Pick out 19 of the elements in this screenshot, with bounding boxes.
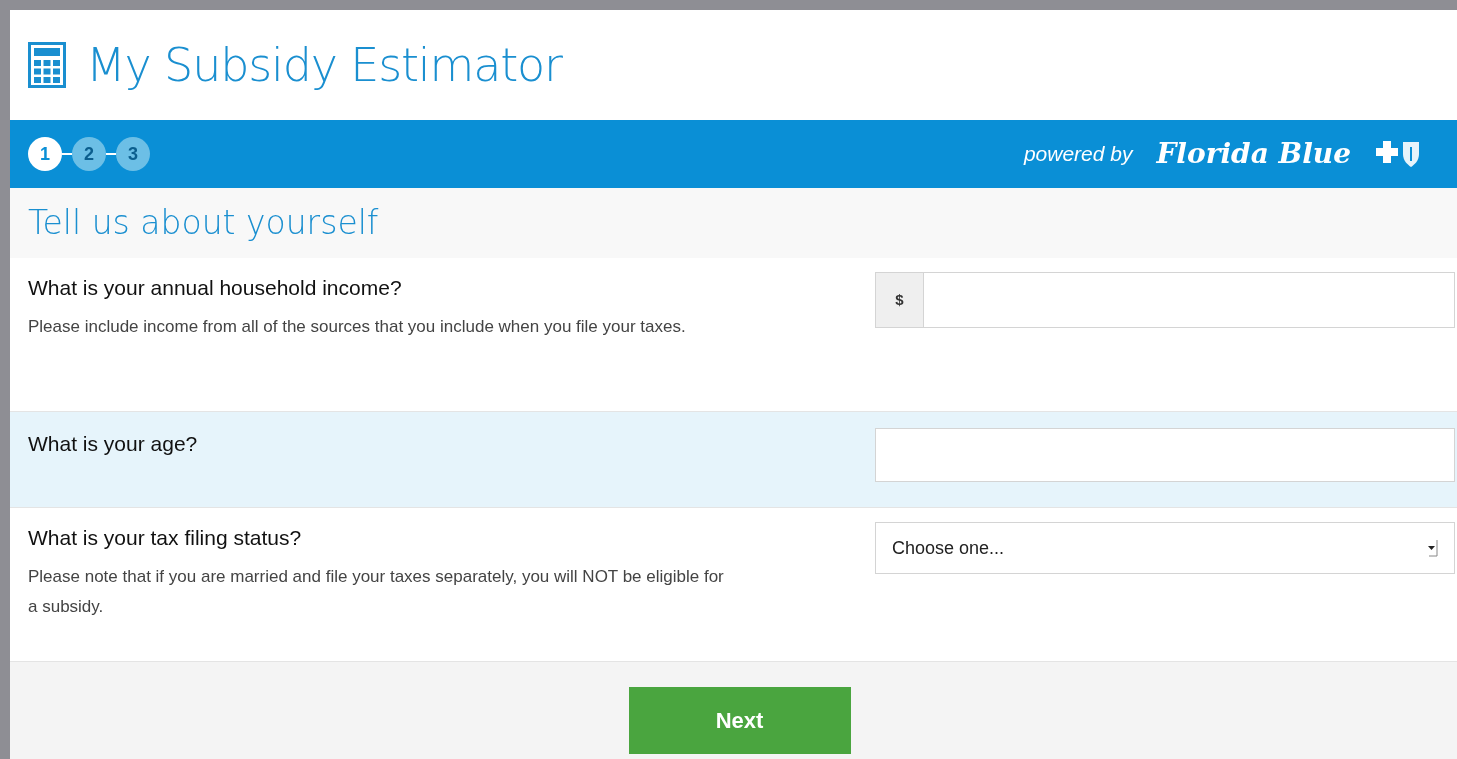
cross-shield-logo-icon [1375, 139, 1421, 169]
income-field[interactable]: $ [875, 272, 1455, 328]
help-text: Please note that if you are married and file your taxes separately, you will NOT be eligible for a subsidy. [28, 565, 725, 618]
question-label: What is your annual household income? [28, 275, 403, 301]
dropdown-arrow-icon [1426, 539, 1438, 557]
age-field[interactable] [875, 428, 1455, 482]
question-label: What is your tax filing status? [28, 525, 303, 551]
currency-prefix: $ [876, 273, 924, 327]
app-title: My Subsidy Estimator [86, 36, 562, 94]
powered-by-label: powered by [1023, 141, 1133, 168]
step-indicator: 1 [28, 137, 62, 171]
section-title: Tell us about yourself [28, 202, 379, 245]
step-indicator: 2 [72, 137, 106, 171]
filing-status-dropdown[interactable]: Choose one... [875, 522, 1455, 574]
help-text: Please include income from all of the sources that you include when you file your taxes. [28, 315, 687, 338]
step-indicator: 3 [116, 137, 150, 171]
question-label: What is your age? [28, 431, 199, 457]
brand-name: Florida Blue [1156, 136, 1351, 172]
calculator-icon [28, 42, 66, 88]
